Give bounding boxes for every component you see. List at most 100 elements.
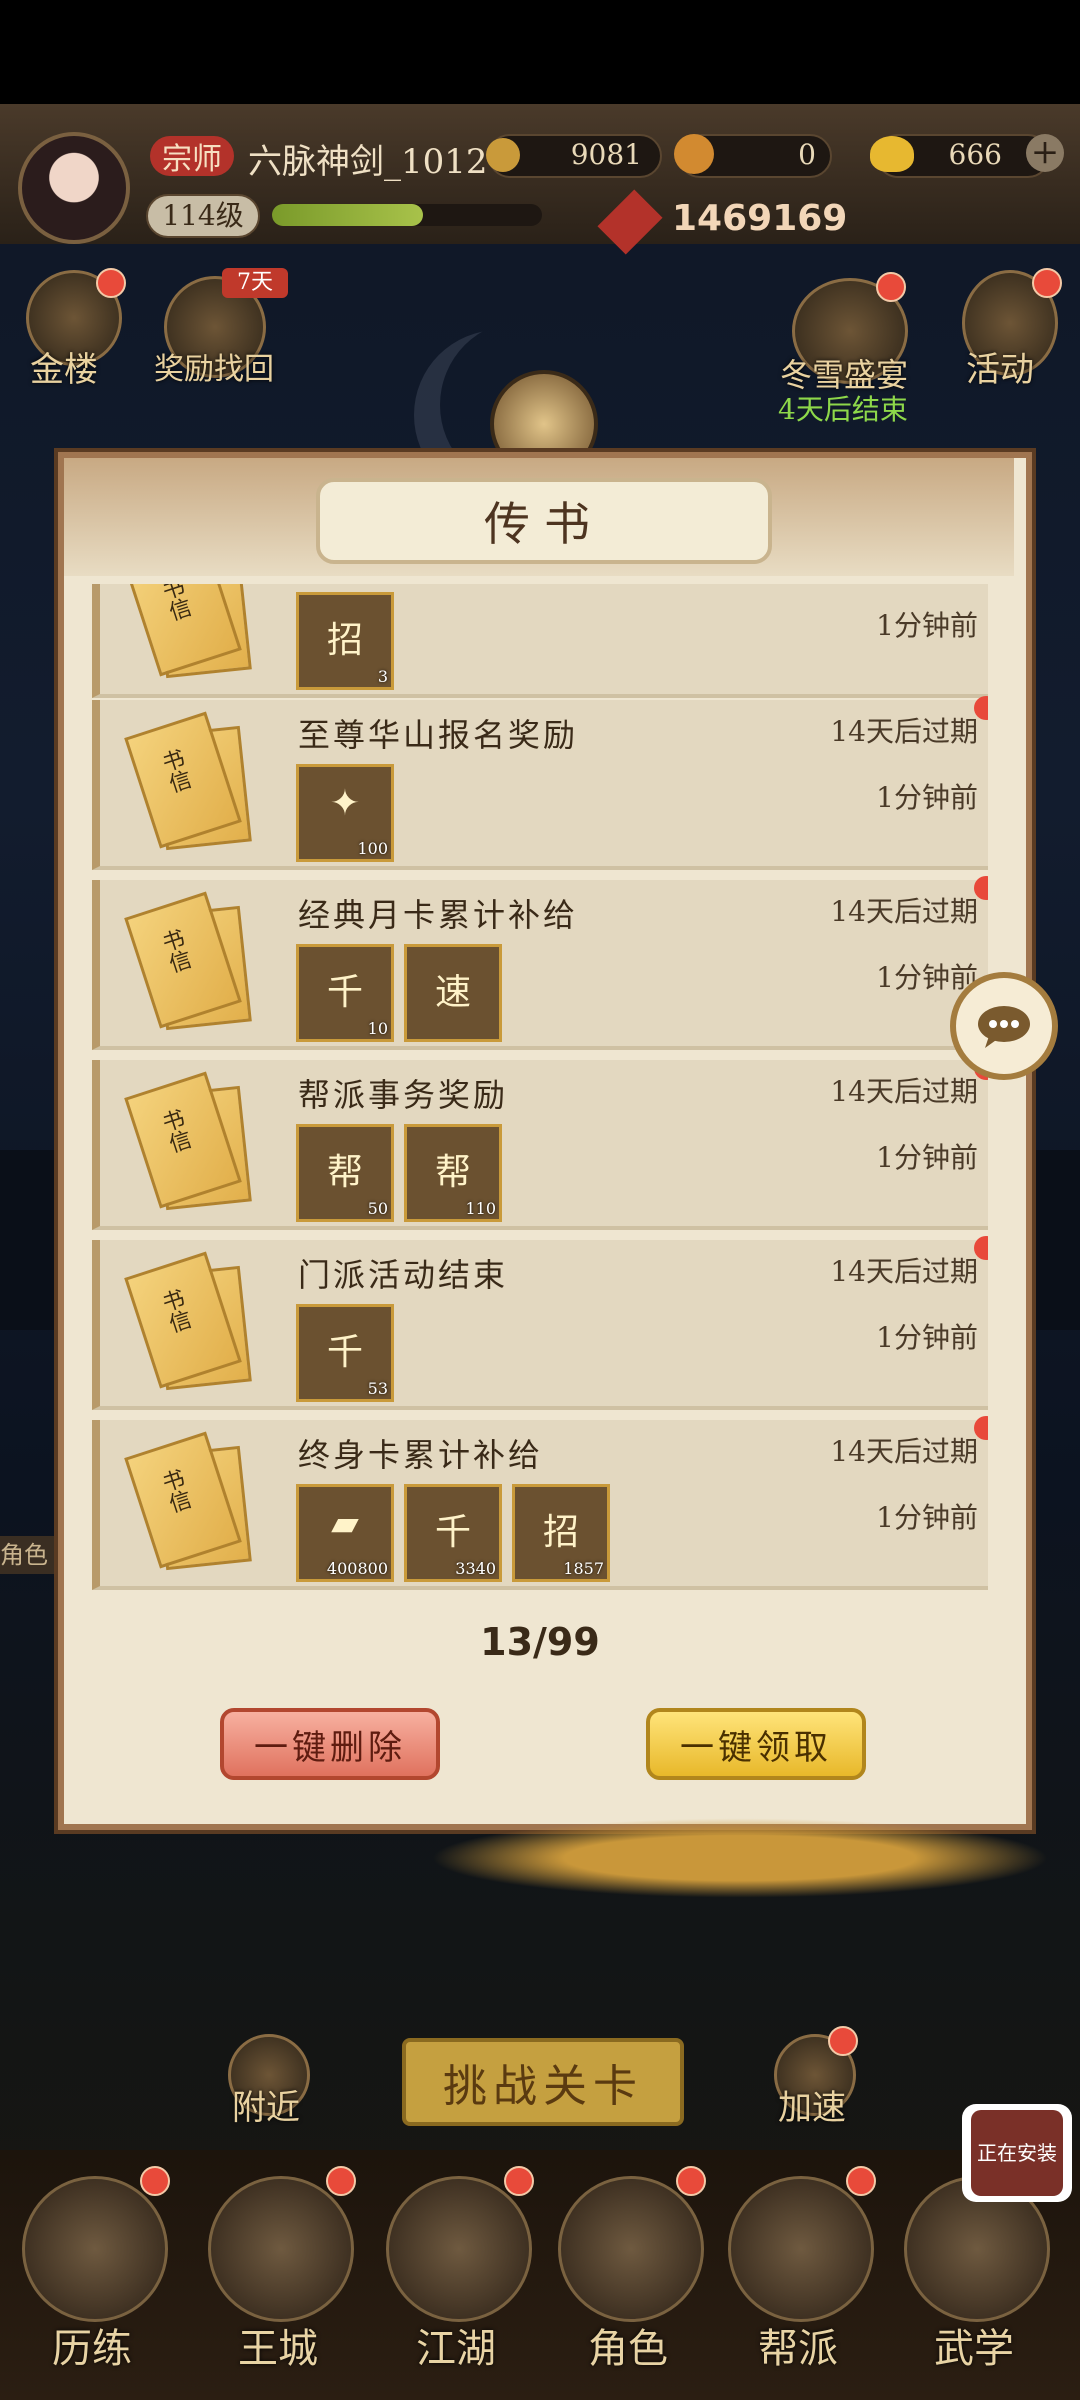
attachment-item[interactable]: ▰ 400800: [296, 1484, 394, 1582]
notification-dot: [846, 2166, 876, 2196]
attachment-icon: 帮: [326, 1152, 363, 1193]
attachment-icon: 千: [326, 972, 363, 1013]
tab-royal-city[interactable]: [208, 2176, 354, 2322]
exp-bar: [272, 204, 542, 226]
ingot-icon: [870, 136, 914, 172]
tab-guild[interactable]: [728, 2176, 874, 2322]
letter-icon: 书信: [124, 1251, 252, 1391]
role-side-tag: 角色: [0, 1536, 60, 1574]
player-avatar[interactable]: [18, 132, 130, 244]
notification-dot: [676, 2166, 706, 2196]
coin-counter: 9081: [486, 134, 662, 178]
tab-training-label: 历练: [52, 2326, 132, 2372]
attachment-item[interactable]: 招3: [296, 592, 394, 690]
attachment-count: 400800: [326, 1559, 388, 1578]
energy-counter: 0: [674, 134, 832, 178]
notification-dot: [1032, 268, 1062, 298]
attachment-item[interactable]: 千 3340: [404, 1484, 502, 1582]
attachment-count: 50: [367, 1199, 388, 1218]
attachment-count: 3: [377, 667, 388, 686]
installing-widget[interactable]: 正在安装: [962, 2104, 1072, 2202]
mail-title: 经典月卡累计补给: [298, 896, 579, 934]
letter-glyph: 书信: [155, 1286, 194, 1337]
mail-item[interactable]: 书信 帮派事务奖励 14天后过期 1分钟前帮 50 帮 110: [92, 1056, 988, 1230]
attachment-icon: 招: [542, 1512, 579, 1553]
letter-glyph: 书信: [155, 584, 194, 625]
claim-all-button[interactable]: 一键领取: [646, 1708, 866, 1780]
mail-expiry: 14天后过期: [830, 895, 978, 928]
notification-dot: [876, 272, 906, 302]
mail-counter: 13/99: [480, 1620, 600, 1664]
letter-icon: 书信: [124, 584, 252, 679]
mail-expiry: 14天后过期: [830, 1255, 978, 1288]
ingot-counter: 666: [870, 134, 1050, 178]
player-name: 六脉神剑_1012: [248, 142, 488, 182]
exp-fill: [272, 204, 424, 226]
letter-icon: 书信: [124, 891, 252, 1031]
attachment-item[interactable]: ✦ 100: [296, 764, 394, 862]
tab-character[interactable]: [558, 2176, 704, 2322]
attachment-icon: 招: [326, 620, 363, 661]
mail-item[interactable]: 书信 经典月卡累计补给 14天后过期 1分钟前千 10 速: [92, 876, 988, 1050]
mail-list[interactable]: 书信 1分钟前招 3 书信 至尊华山报名奖励 14天后过期 1分钟前 ✦ 100 书信 经典月卡累计…: [92, 584, 988, 1594]
energy-value: 0: [798, 138, 816, 171]
mail-item[interactable]: 书信 至尊华山报名奖励 14天后过期 1分钟前 ✦ 100: [92, 696, 988, 870]
attachment-icon: ▰: [331, 1503, 359, 1544]
tab-martial-arts-label: 武学: [934, 2326, 1014, 2372]
add-currency-button[interactable]: +: [1026, 134, 1064, 172]
attachment-count: 3340: [455, 1559, 496, 1578]
letter-glyph: 书信: [155, 1106, 194, 1157]
mail-attachments: 千 10 速: [296, 944, 502, 1042]
mail-time: 1分钟前: [876, 1141, 978, 1174]
tab-jianghu[interactable]: [386, 2176, 532, 2322]
tab-character-label: 角色: [588, 2326, 668, 2372]
gold-building-label: 金楼: [30, 350, 98, 390]
letter-glyph: 书信: [155, 746, 194, 797]
attachment-item[interactable]: 招 1857: [512, 1484, 610, 1582]
attachment-item[interactable]: 帮 50: [296, 1124, 394, 1222]
tab-jianghu-label: 江湖: [416, 2326, 496, 2372]
mail-attachments: 千 53: [296, 1304, 394, 1402]
chat-button[interactable]: [950, 972, 1058, 1080]
letter-glyph: 书信: [155, 1466, 194, 1517]
reward-recovery-label: 奖励找回: [154, 352, 274, 387]
attachment-item[interactable]: 千 10: [296, 944, 394, 1042]
notification-dot: [828, 2026, 858, 2056]
attachment-count: 110: [465, 1199, 496, 1218]
chat-bubble-icon: [978, 1006, 1030, 1048]
coin-pile-decoration: [430, 1818, 1050, 1898]
mail-title: 门派活动结束: [298, 1256, 509, 1294]
player-level: 114级: [146, 194, 260, 238]
challenge-stage-button[interactable]: 挑战关卡: [402, 2038, 684, 2126]
mail-title: 帮派事务奖励: [298, 1076, 509, 1114]
combat-power: 1469169: [672, 198, 848, 239]
coin-value: 9081: [570, 138, 642, 171]
coin-icon: [486, 138, 520, 172]
delete-all-button[interactable]: 一键删除: [220, 1708, 440, 1780]
notification-dot: [140, 2166, 170, 2196]
mail-expiry: 14天后过期: [830, 1075, 978, 1108]
tab-royal-city-label: 王城: [238, 2326, 318, 2372]
attachment-icon: 千: [326, 1332, 363, 1373]
mail-expiry: 14天后过期: [830, 715, 978, 748]
tab-guild-label: 帮派: [758, 2326, 838, 2372]
ingot-value: 666: [948, 138, 1002, 171]
attachment-count: 10: [367, 1019, 388, 1038]
attachment-item[interactable]: 千 53: [296, 1304, 394, 1402]
winter-feast-countdown: 4天后结束: [778, 393, 908, 426]
tab-training[interactable]: [22, 2176, 168, 2322]
attachment-item[interactable]: 帮 110: [404, 1124, 502, 1222]
attachment-count: 100: [357, 839, 388, 858]
notification-dot: [96, 268, 126, 298]
mail-attachments: ✦ 100: [296, 764, 394, 862]
attachment-item[interactable]: 速: [404, 944, 502, 1042]
mail-item[interactable]: 书信 1分钟前 招 3: [92, 584, 988, 698]
mail-item[interactable]: 书信 终身卡累计补给 14天后过期 1分钟前 ▰ 400800 千 3340 招 1857: [92, 1416, 988, 1590]
title-tag: 宗师: [150, 136, 234, 177]
notification-dot: [504, 2166, 534, 2196]
mail-item[interactable]: 书信 门派活动结束 14天后过期 1分钟前 千 53: [92, 1236, 988, 1410]
mail-time: 1分钟前: [876, 609, 978, 642]
mail-panel-title: 传书: [316, 478, 772, 564]
mail-attachments: ▰ 400800 千 3340 招 1857: [296, 1484, 610, 1582]
attachment-icon: ✦: [329, 783, 361, 824]
